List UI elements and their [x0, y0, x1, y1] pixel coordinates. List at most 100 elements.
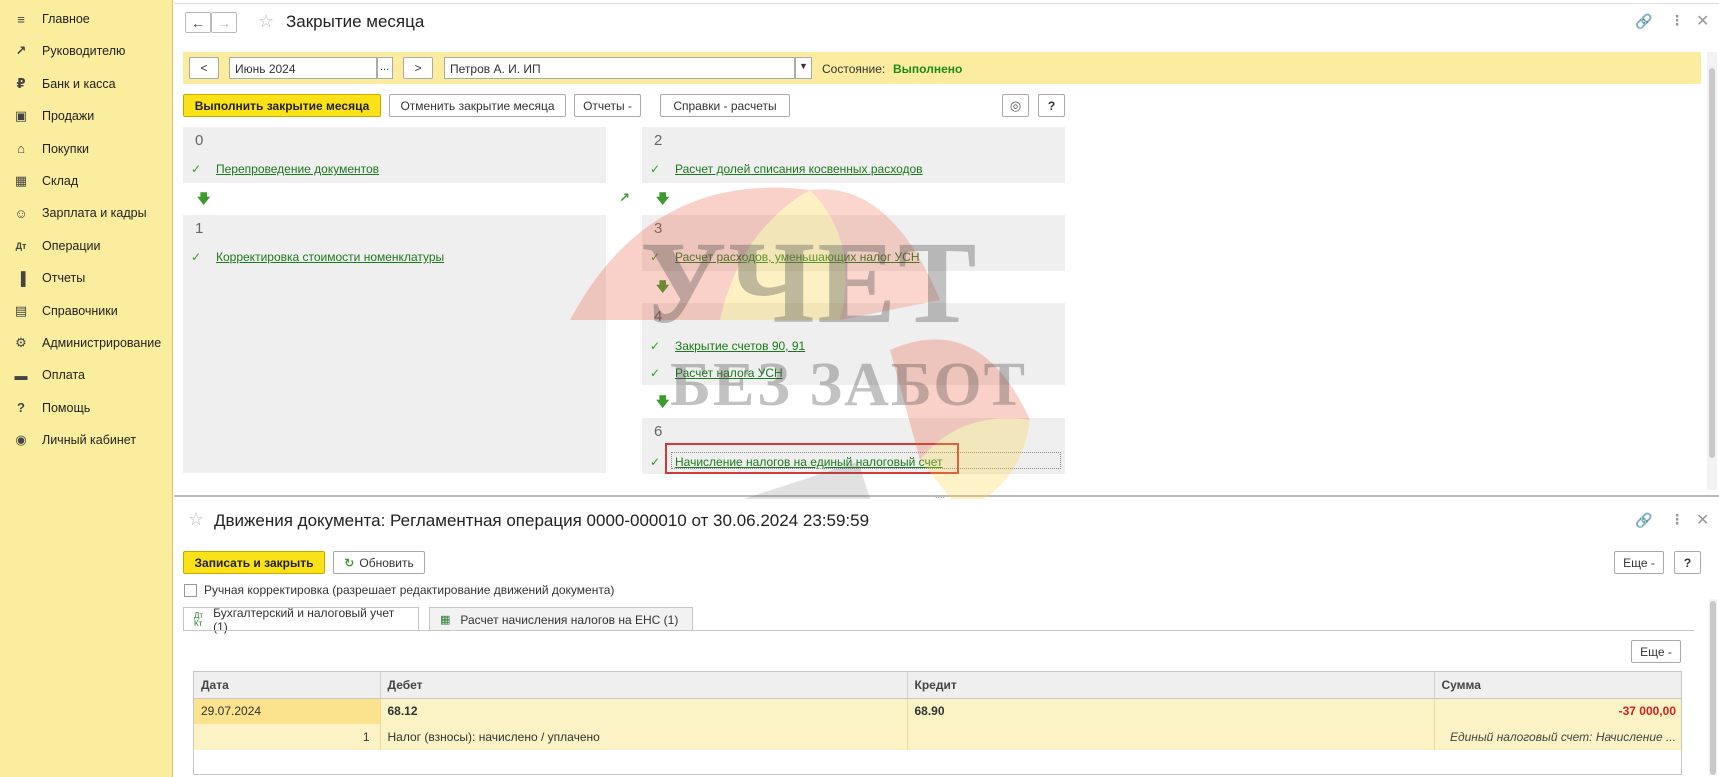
tab-ens-calc-label: Расчет начисления налогов на ЕНС (1) — [460, 612, 679, 627]
sidebar-item-0[interactable]: ≡ Главное — [0, 4, 173, 34]
cell-credit-subconto[interactable] — [907, 724, 1435, 750]
trend-icon: ↗ — [15, 43, 27, 59]
sidebar-item-1[interactable]: ↗ Руководителю — [0, 36, 173, 66]
sidebar-item-label: Продажи — [42, 109, 95, 124]
manual-edit-label: Ручная корректировка (разрешает редактир… — [204, 583, 615, 597]
sidebar-item-4[interactable]: ⌂ Покупки — [0, 134, 173, 164]
help-button[interactable]: ? — [1674, 551, 1701, 574]
sidebar-item-7[interactable]: Дт Операции — [0, 231, 173, 261]
references-dropdown-button[interactable]: Справки - расчеты — [660, 94, 790, 117]
document-movements-window: ☆ Движения документа: Регламентная опера… — [174, 499, 1719, 777]
sidebar-item-label: Администрирование — [42, 336, 162, 350]
table-row-sub[interactable]: 1 Налог (взносы): начислено / уплачено Е… — [194, 724, 1681, 750]
sidebar-item-11[interactable]: ▬ Оплата — [0, 360, 173, 390]
sidebar-item-8[interactable]: ▐ Отчеты — [0, 263, 173, 293]
step-link-ens-taxes[interactable]: Начисление налогов на единый налоговый с… — [675, 455, 943, 469]
link-icon[interactable]: 🔗 — [1635, 13, 1652, 30]
sidebar-item-6[interactable]: ☺ Зарплата и кадры — [0, 198, 173, 228]
period-prev-button[interactable]: < — [189, 57, 219, 79]
step-link-reposting[interactable]: Перепроведение документов — [216, 162, 379, 176]
check-icon: ✓ — [650, 455, 661, 469]
page-title: Закрытие месяца — [286, 12, 425, 31]
sidebar-item-label: Покупки — [42, 141, 90, 156]
column-header-date[interactable]: Дата — [194, 672, 381, 699]
card-icon: ▬ — [14, 367, 28, 383]
cell-date[interactable]: 29.07.2024 — [194, 698, 381, 724]
forward-button[interactable]: → — [211, 12, 237, 33]
save-close-button[interactable]: Записать и закрыть — [183, 551, 325, 574]
column-header-debit[interactable]: Дебет — [380, 672, 908, 699]
sidebar-item-2[interactable]: ₽ Банк и касса — [0, 69, 173, 99]
sidebar-item-label: Зарплата и кадры — [42, 206, 147, 221]
period-field[interactable]: Июнь 2024 — [229, 57, 377, 79]
scrollbar-thumb[interactable] — [1709, 68, 1715, 458]
more-button[interactable]: Еще - — [1614, 551, 1664, 574]
warehouse-icon: ▦ — [14, 173, 28, 188]
cell-credit[interactable]: 68.90 — [907, 698, 1435, 724]
check-icon: ✓ — [191, 162, 202, 176]
sidebar-item-10[interactable]: ⚙ Администрирование — [0, 328, 173, 358]
step-link-cost-adjustment[interactable]: Корректировка стоимости номенклатуры — [216, 250, 444, 264]
sidebar-item-label: Главное — [42, 12, 90, 26]
arrow-down-icon: 🡇 — [656, 279, 670, 294]
account-icon: ◉ — [15, 432, 27, 448]
period-select-button[interactable]: ... — [377, 57, 393, 79]
back-button[interactable]: ← — [185, 12, 211, 33]
coin-icon: ₽ — [16, 75, 26, 91]
scrollbar[interactable] — [1709, 599, 1717, 775]
arrow-down-icon: 🡇 — [197, 191, 211, 206]
sidebar-item-3[interactable]: ▣ Продажи — [0, 101, 173, 131]
sidebar-item-label: Операции — [42, 238, 101, 253]
bar-chart-icon: ▐ — [16, 270, 26, 286]
tab-ens-calc[interactable]: ▦ Расчет начисления налогов на ЕНС (1) — [429, 607, 693, 631]
favorite-star-icon[interactable]: ☆ — [258, 11, 274, 32]
favorite-star-icon[interactable]: ☆ — [188, 509, 204, 530]
cancel-closing-button[interactable]: Отменить закрытие месяца — [389, 94, 566, 117]
more-vert-icon[interactable]: ⋮ — [1670, 12, 1684, 29]
table-icon: ▦ — [440, 614, 451, 626]
refresh-button[interactable]: ↻ Обновить — [333, 551, 425, 574]
step-1-number: 1 — [195, 220, 204, 237]
manual-edit-checkbox[interactable] — [184, 584, 197, 597]
check-icon: ✓ — [650, 366, 661, 380]
check-icon: ✓ — [650, 162, 661, 176]
cell-sum[interactable]: -37 000,00 — [1434, 698, 1681, 724]
tab-accounting[interactable]: Дт Кт Бухгалтерский и налоговый учет (1) — [183, 606, 419, 634]
organization-dropdown-button[interactable]: ▼ — [795, 57, 812, 79]
help-button[interactable]: ? — [1038, 94, 1065, 117]
sidebar-item-9[interactable]: ▤ Справочники — [0, 296, 173, 326]
sidebar-item-5[interactable]: ▦ Склад — [0, 166, 173, 196]
sidebar-item-label: Справочники — [42, 303, 118, 318]
link-icon[interactable]: 🔗 — [1635, 512, 1652, 529]
table-row[interactable]: 29.07.2024 68.12 68.90 -37 000,00 — [194, 698, 1681, 724]
scrollbar[interactable] — [1707, 52, 1717, 490]
close-icon[interactable]: ✕ — [1696, 510, 1709, 530]
cell-sum-subconto[interactable]: Единый налоговый счет: Начисление ... — [1434, 724, 1681, 750]
bag-icon: ▣ — [14, 108, 28, 124]
column-header-sum[interactable]: Сумма — [1434, 672, 1681, 699]
period-next-button[interactable]: > — [403, 57, 433, 79]
sidebar: ≡ Главное ↗ Руководителю ₽ Банк и касса ▣ Прода… — [0, 0, 173, 777]
scrollbar-thumb[interactable] — [1710, 601, 1716, 775]
table-more-button[interactable]: Еще - — [1631, 640, 1681, 663]
menu-icon: ≡ — [17, 11, 25, 27]
arrow-down-icon: 🡇 — [656, 191, 670, 206]
settings-button[interactable]: ◎ — [1002, 94, 1029, 117]
close-icon[interactable]: ✕ — [1696, 11, 1709, 31]
reports-dropdown-button[interactable]: Отчеты - — [574, 94, 641, 117]
step-link-usn-expenses[interactable]: Расчет расходов, уменьшающих налог УСН — [675, 250, 920, 264]
cell-debit-subconto[interactable]: Налог (взносы): начислено / уплачено — [380, 724, 908, 750]
execute-closing-button[interactable]: Выполнить закрытие месяца — [183, 94, 381, 117]
target-gear-icon: ◎ — [1009, 97, 1022, 113]
cell-debit[interactable]: 68.12 — [380, 698, 908, 724]
step-link-close-90-91[interactable]: Закрытие счетов 90, 91 — [675, 339, 805, 353]
sidebar-item-13[interactable]: ◉ Личный кабинет — [0, 425, 173, 455]
dt-kt-icon: Дт — [15, 240, 27, 251]
sidebar-item-12[interactable]: ? Помощь — [0, 393, 173, 423]
organization-field[interactable]: Петров А. И. ИП — [444, 57, 795, 79]
step-link-usn-tax[interactable]: Расчет налога УСН — [675, 366, 783, 380]
refresh-label: Обновить — [359, 555, 414, 570]
column-header-credit[interactable]: Кредит — [907, 672, 1435, 699]
more-vert-icon[interactable]: ⋮ — [1670, 511, 1684, 528]
step-link-indirect-costs[interactable]: Расчет долей списания косвенных расходов — [675, 162, 923, 176]
